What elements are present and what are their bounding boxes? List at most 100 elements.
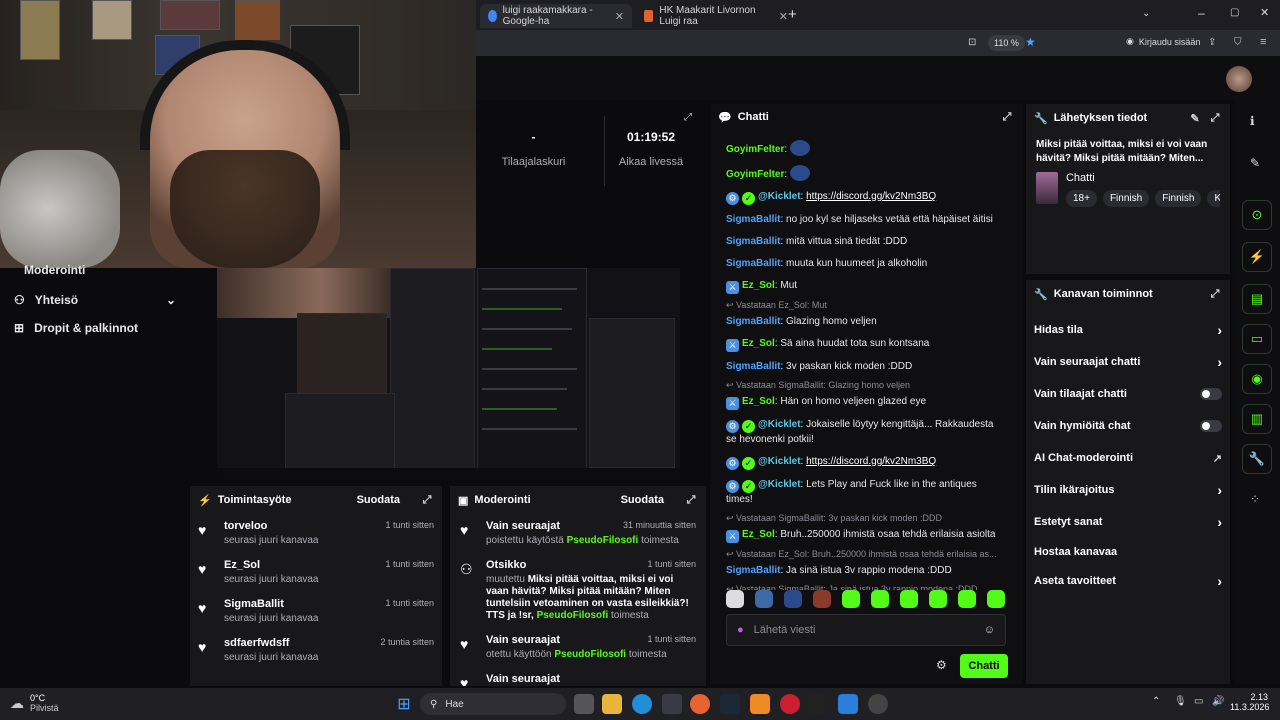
channel-action-row[interactable]: Vain hymiöitä chat [1026,410,1230,442]
channel-action-row[interactable]: Vain seuraajat chatti › [1026,346,1230,378]
filter-button[interactable]: Suodata [621,494,664,506]
channel-action-row[interactable]: AI Chat-moderointi ↗ [1026,442,1230,474]
emote[interactable] [842,590,860,608]
document-icon[interactable]: ▤ [1242,284,1272,314]
reply-context[interactable]: ↩ Vastataan SigmaBallit: Glazing homo ve… [710,378,1022,391]
volume-icon[interactable]: 🔊 [1212,696,1224,707]
chat-link[interactable]: https://discord.gg/kv2Nm3BQ [806,191,936,202]
pencil-icon[interactable]: ✎ [1250,156,1260,170]
chat-send-button[interactable]: Chatti [960,654,1008,678]
zoom-level[interactable]: 110 % [988,35,1025,51]
chat-input[interactable]: ● Lähetä viesti ☺ [726,614,1006,646]
chat-username[interactable]: @Kicklet [758,456,801,467]
reply-context[interactable]: ↩ Vastataan SigmaBallit: Ja sinä istua 3… [710,582,1022,590]
nav-item-community[interactable]: ⚇ Yhteisö ⌄ [0,286,190,314]
close-window-icon[interactable]: ✕ [1260,6,1269,19]
reply-context[interactable]: ↩ Vastataan Ez_Sol: Bruh..250000 ihmistä… [710,547,1022,560]
toggle-switch[interactable] [1200,388,1222,400]
emote[interactable] [900,590,918,608]
taskbar-search[interactable]: ⚲ Hae [420,693,566,715]
emote[interactable] [929,590,947,608]
chat-username[interactable]: @Kicklet [758,479,801,490]
share-icon[interactable]: ⇪ [1208,37,1216,48]
channel-action-row[interactable]: Vain tilaajat chatti [1026,378,1230,410]
screenshot-icon[interactable]: ⊡ [968,37,976,48]
shield-icon[interactable]: ⛉ [1234,37,1242,48]
nav-item-drops[interactable]: ⊞ Dropit & palkinnot [0,314,190,342]
reply-context[interactable]: ↩ Vastataan SigmaBallit: 3v paskan kick … [710,511,1022,524]
steam-icon[interactable] [720,694,740,714]
popout-icon[interactable]: ⤢ [684,112,692,123]
chat-username[interactable]: @Kicklet [758,191,801,202]
tab-google[interactable]: luigi raakamakkara - Google-ha ✕ [480,4,632,28]
popout-icon[interactable]: ⤢ [1208,287,1222,301]
emote[interactable] [958,590,976,608]
channel-action-row[interactable]: Hidas tila › [1026,314,1230,346]
chat-username[interactable]: @Kicklet [758,419,801,430]
popout-icon[interactable]: ⤢ [420,493,434,507]
activity-username[interactable]: torveloo [224,520,267,532]
apps-icon[interactable]: ⁘ [1250,492,1260,506]
activity-username[interactable]: Ez_Sol [224,559,260,571]
moderator-name[interactable]: PseudoFilosofi [537,610,609,621]
chat-username[interactable]: GoyimFelter [726,169,784,180]
menu-icon[interactable]: ≡ [1260,36,1266,48]
camera-icon[interactable]: ⊙ [1242,200,1272,230]
toggle-switch[interactable] [1200,420,1222,432]
vlc-icon[interactable] [750,694,770,714]
emote[interactable] [813,590,831,608]
chat-username[interactable]: Ez_Sol [742,396,775,407]
info-icon[interactable]: ℹ [1250,114,1255,128]
popout-icon[interactable]: ⤢ [1000,110,1014,124]
chat-username[interactable]: SigmaBallit [726,565,780,576]
weather-widget[interactable]: ☁ 0°C Pilvistä [10,693,59,713]
chevron-up-icon[interactable]: ⌃ [1152,696,1160,707]
gear-icon[interactable]: ⚙ [936,658,947,672]
tab-kick[interactable]: HK Maakarit Livornon Luigi raa ✕ [636,4,796,28]
chat-username[interactable]: Ez_Sol [742,338,775,349]
activity-username[interactable]: sdfaerfwdsff [224,637,289,649]
firefox-icon[interactable] [690,694,710,714]
chat-link[interactable]: https://discord.gg/kv2Nm3BQ [806,456,936,467]
chat-username[interactable]: SigmaBallit [726,236,780,247]
file-explorer-icon[interactable] [602,694,622,714]
windows-start-icon[interactable]: ⊞ [394,694,414,714]
emote[interactable] [784,590,802,608]
channel-action-row[interactable]: Aseta tavoitteet › [1026,565,1230,597]
emote[interactable] [987,590,1005,608]
nav-item-moderation[interactable]: Moderointi [0,256,190,284]
new-tab-icon[interactable]: + [788,6,797,23]
chat-username[interactable]: SigmaBallit [726,214,780,225]
maximize-icon[interactable]: ▢ [1230,7,1239,18]
emoji-icon[interactable]: ☺ [984,624,995,636]
display-icon[interactable]: ▭ [1194,696,1203,707]
chat-icon[interactable]: ▭ [1242,324,1272,354]
filter-button[interactable]: Suodata [357,494,400,506]
avatar[interactable] [1226,66,1252,92]
edge-icon[interactable] [632,694,652,714]
microphone-icon[interactable]: ● [737,624,744,636]
clock[interactable]: 2.13 11.3.2026 [1230,692,1269,712]
chat-username[interactable]: SigmaBallit [726,316,780,327]
activity-username[interactable]: SigmaBallit [224,598,284,610]
close-tab-icon[interactable]: ✕ [779,10,788,23]
minimize-icon[interactable]: – [1198,6,1205,20]
emote[interactable] [726,590,744,608]
store-icon[interactable] [662,694,682,714]
opera-icon[interactable] [780,694,800,714]
broadcast-icon[interactable]: ◉ [1242,364,1272,394]
chat-username[interactable]: Ez_Sol [742,529,775,540]
star-icon[interactable]: ★ [1025,35,1036,49]
chat-username[interactable]: GoyimFelter [726,144,784,155]
chat-username[interactable]: SigmaBallit [726,258,780,269]
reply-context[interactable]: ↩ Vastataan Ez_Sol: Mut [710,298,1022,311]
chrome-icon[interactable] [868,694,888,714]
layout-icon[interactable]: ▥ [1242,404,1272,434]
wrench-icon[interactable]: 🔧 [1242,444,1272,474]
chat-username[interactable]: SigmaBallit [726,361,780,372]
chat-username[interactable]: Ez_Sol [742,280,775,291]
popout-icon[interactable]: ⤢ [684,493,698,507]
channel-action-row[interactable]: Estetyt sanat › [1026,506,1230,538]
channel-action-row[interactable]: Hostaa kanavaa [1026,538,1230,565]
task-view-icon[interactable] [574,694,594,714]
